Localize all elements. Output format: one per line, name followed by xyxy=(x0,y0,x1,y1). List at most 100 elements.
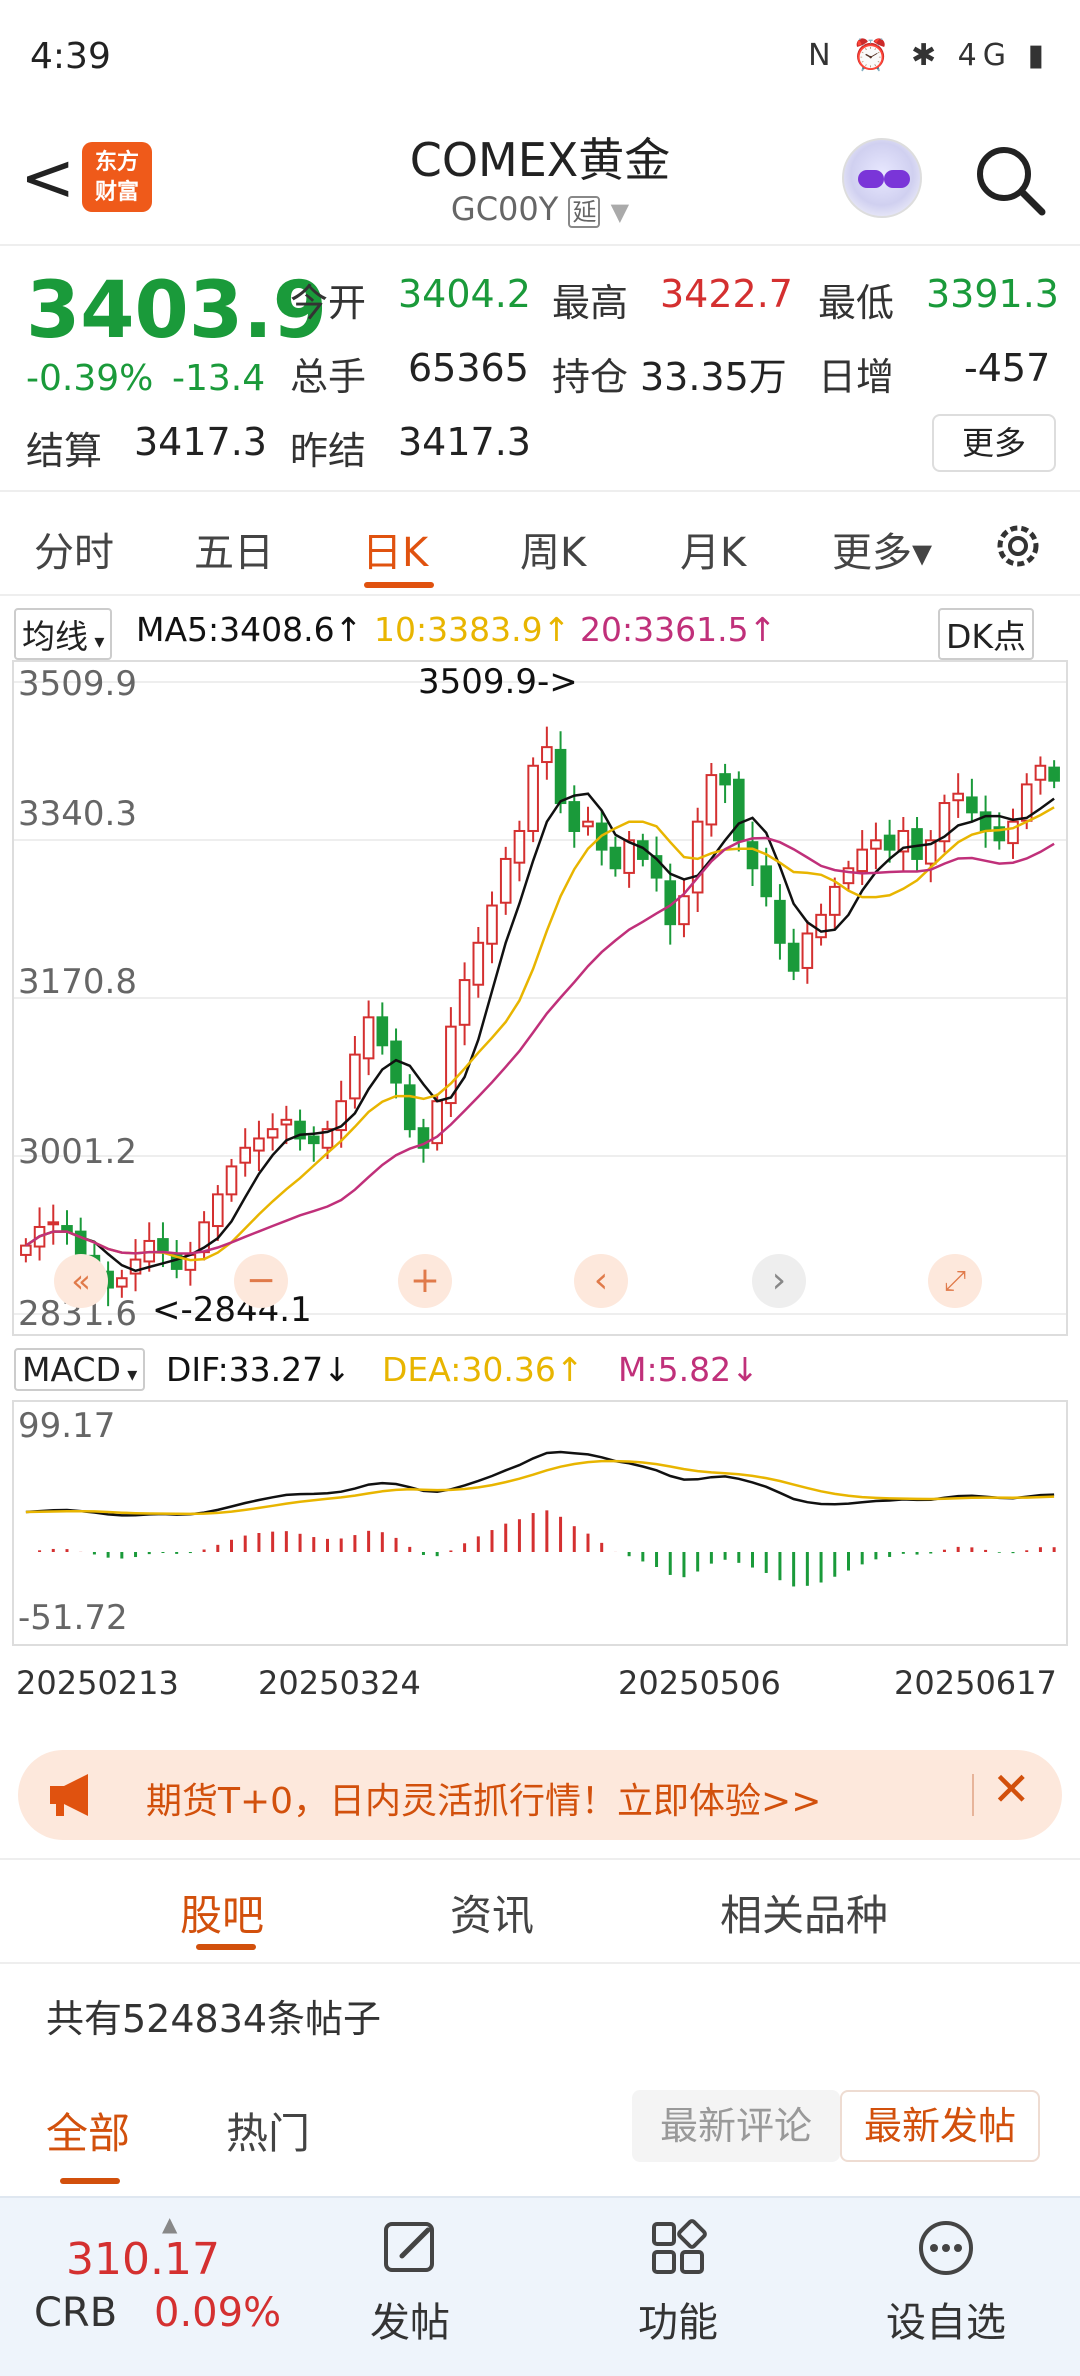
candle-body xyxy=(280,1118,293,1126)
contract-code[interactable]: GC00Y 延 ▼ xyxy=(340,190,740,228)
candle-body xyxy=(513,829,526,864)
ma10-line xyxy=(25,806,1055,1262)
candle-body xyxy=(678,895,690,926)
ma20-line xyxy=(25,836,1055,1255)
bottom-nav: ▲ 310.17 CRB 0.09% 发帖 功能 设自选 xyxy=(0,2196,1080,2376)
change-percent: -0.39% xyxy=(26,358,154,399)
promo-banner[interactable]: 期货T+0，日内灵活抓行情！立即体验>> ✕ xyxy=(18,1750,1062,1840)
tab-intraday[interactable]: 分时 xyxy=(34,520,114,578)
robot-assistant-icon[interactable] xyxy=(842,138,922,218)
ma10-value: 10:3383.9↑ xyxy=(374,610,571,649)
candle-body xyxy=(815,913,827,939)
candle-body xyxy=(582,820,594,828)
step-left-icon[interactable]: ‹ xyxy=(574,1254,628,1308)
macd-chart[interactable]: 99.17 -51.72 xyxy=(12,1400,1068,1646)
tab-more[interactable]: 更多▾ xyxy=(832,520,932,578)
candle-body xyxy=(774,899,786,944)
volume-value: 65365 xyxy=(408,346,529,390)
period-tabs: 分时 五日 日K 周K 月K 更多▾ xyxy=(0,496,1080,596)
close-icon[interactable]: ✕ xyxy=(992,1762,1031,1816)
nav-watchlist[interactable]: 设自选 xyxy=(866,2218,1026,2348)
macd-selector-label: MACD xyxy=(22,1350,121,1389)
date-label: 20250617 xyxy=(894,1664,1057,1702)
latest-comment-button[interactable]: 最新评论 xyxy=(632,2090,840,2162)
candle-body xyxy=(952,792,964,802)
search-icon[interactable] xyxy=(970,140,1050,220)
candle-body xyxy=(554,748,567,805)
candle-body xyxy=(47,1221,60,1226)
filter-hot[interactable]: 热门 xyxy=(226,2100,310,2161)
banner-text: 期货T+0，日内灵活抓行情！立即体验>> xyxy=(146,1781,822,1822)
caret-up-icon: ▲ xyxy=(162,2212,178,2236)
page-title: COMEX黄金 xyxy=(409,133,671,187)
dropdown-icon: ▾ xyxy=(120,1362,138,1386)
dif-line xyxy=(25,1450,1055,1517)
macd-y-top: 99.17 xyxy=(18,1406,116,1446)
y-label-2: 3340.3 xyxy=(18,794,137,834)
y-label-3: 3170.8 xyxy=(18,962,137,1002)
nav-functions-label: 功能 xyxy=(638,2300,718,2346)
more-quote-button[interactable]: 更多 xyxy=(932,414,1056,472)
rewind-icon[interactable]: « xyxy=(54,1254,108,1308)
tab-related[interactable]: 相关品种 xyxy=(720,1882,888,1943)
status-icons: N ⏰ ✱ 4G ▮ xyxy=(808,38,1050,73)
nav-post[interactable]: 发帖 xyxy=(330,2218,490,2348)
dropdown-icon: ▾ xyxy=(88,629,105,653)
open-value: 3404.2 xyxy=(398,272,531,316)
app-header: < 东方 财富 COMEX黄金 GC00Y 延 ▼ xyxy=(0,118,1080,246)
latest-post-button[interactable]: 最新发帖 xyxy=(840,2090,1040,2162)
candle-body xyxy=(733,778,745,842)
nav-functions[interactable]: 功能 xyxy=(598,2218,758,2348)
zoom-in-icon[interactable]: + xyxy=(398,1254,452,1308)
macd-legend: MACD ▾ DIF:33.27↓ DEA:30.36↑ M:5.82↓ xyxy=(0,1342,1080,1398)
candle-body xyxy=(1007,820,1019,845)
candle-body xyxy=(801,932,814,969)
high-label: 最高 xyxy=(552,281,629,325)
low-value: 3391.3 xyxy=(926,272,1059,316)
candle-body xyxy=(362,1016,375,1060)
gear-icon[interactable] xyxy=(990,518,1046,574)
open-interest-label: 持仓 xyxy=(552,355,629,399)
crb-value: 310.17 xyxy=(66,2234,220,2285)
ma-legend: 均线 ▾ MA5:3408.6↑ 10:3383.9↑ 20:3361.5↑ D… xyxy=(0,600,1080,660)
candle-body xyxy=(157,1238,169,1252)
tab-news[interactable]: 资讯 xyxy=(450,1882,534,1943)
grid-icon xyxy=(652,2219,707,2274)
candle-body xyxy=(911,828,923,860)
dk-point-button[interactable]: DK点 xyxy=(938,608,1035,660)
macd-selector[interactable]: MACD ▾ xyxy=(14,1348,146,1391)
active-tab-indicator xyxy=(364,582,434,588)
y-label-top: 3509.9 xyxy=(18,664,137,704)
app-logo[interactable]: 东方 财富 xyxy=(82,142,152,212)
tab-five-day[interactable]: 五日 xyxy=(194,520,274,578)
banner-divider xyxy=(972,1774,974,1816)
candle-body xyxy=(20,1244,32,1256)
candle-body xyxy=(870,839,882,850)
delay-badge: 延 xyxy=(568,196,601,228)
back-button[interactable]: < xyxy=(20,138,80,218)
candle-body xyxy=(966,796,978,814)
change-amount: -13.4 xyxy=(172,358,266,399)
ma5-value: MA5:3408.6↑ xyxy=(136,610,363,649)
macd-dea: DEA:30.36↑ xyxy=(382,1350,584,1389)
ma-selector[interactable]: 均线 ▾ xyxy=(14,608,113,660)
kline-chart[interactable]: 3509.9 3340.3 3170.8 3001.2 2831.6 3509.… xyxy=(12,660,1068,1336)
megaphone-icon xyxy=(50,1774,88,1816)
dea-line xyxy=(25,1459,1055,1516)
fullscreen-icon[interactable]: ⤢ xyxy=(928,1254,982,1308)
tab-forum[interactable]: 股吧 xyxy=(180,1882,264,1943)
tab-monthly-k[interactable]: 月K xyxy=(680,520,746,578)
zoom-out-icon[interactable]: − xyxy=(234,1254,288,1308)
tab-weekly-k[interactable]: 周K xyxy=(520,520,586,578)
candle-body xyxy=(705,774,718,826)
crb-index[interactable]: ▲ 310.17 CRB 0.09% xyxy=(30,2212,290,2360)
tab-daily-k[interactable]: 日K xyxy=(362,520,428,578)
filter-all[interactable]: 全部 xyxy=(46,2100,130,2161)
status-time: 4:39 xyxy=(30,36,111,77)
candle-body xyxy=(883,834,896,851)
candle-body xyxy=(623,839,635,874)
date-label: 20250213 xyxy=(16,1664,179,1702)
section-tabs: 股吧 资讯 相关品种 xyxy=(0,1858,1080,1964)
step-right-icon[interactable]: › xyxy=(752,1254,806,1308)
posts-count: 共有524834条帖子 xyxy=(46,1997,382,2041)
